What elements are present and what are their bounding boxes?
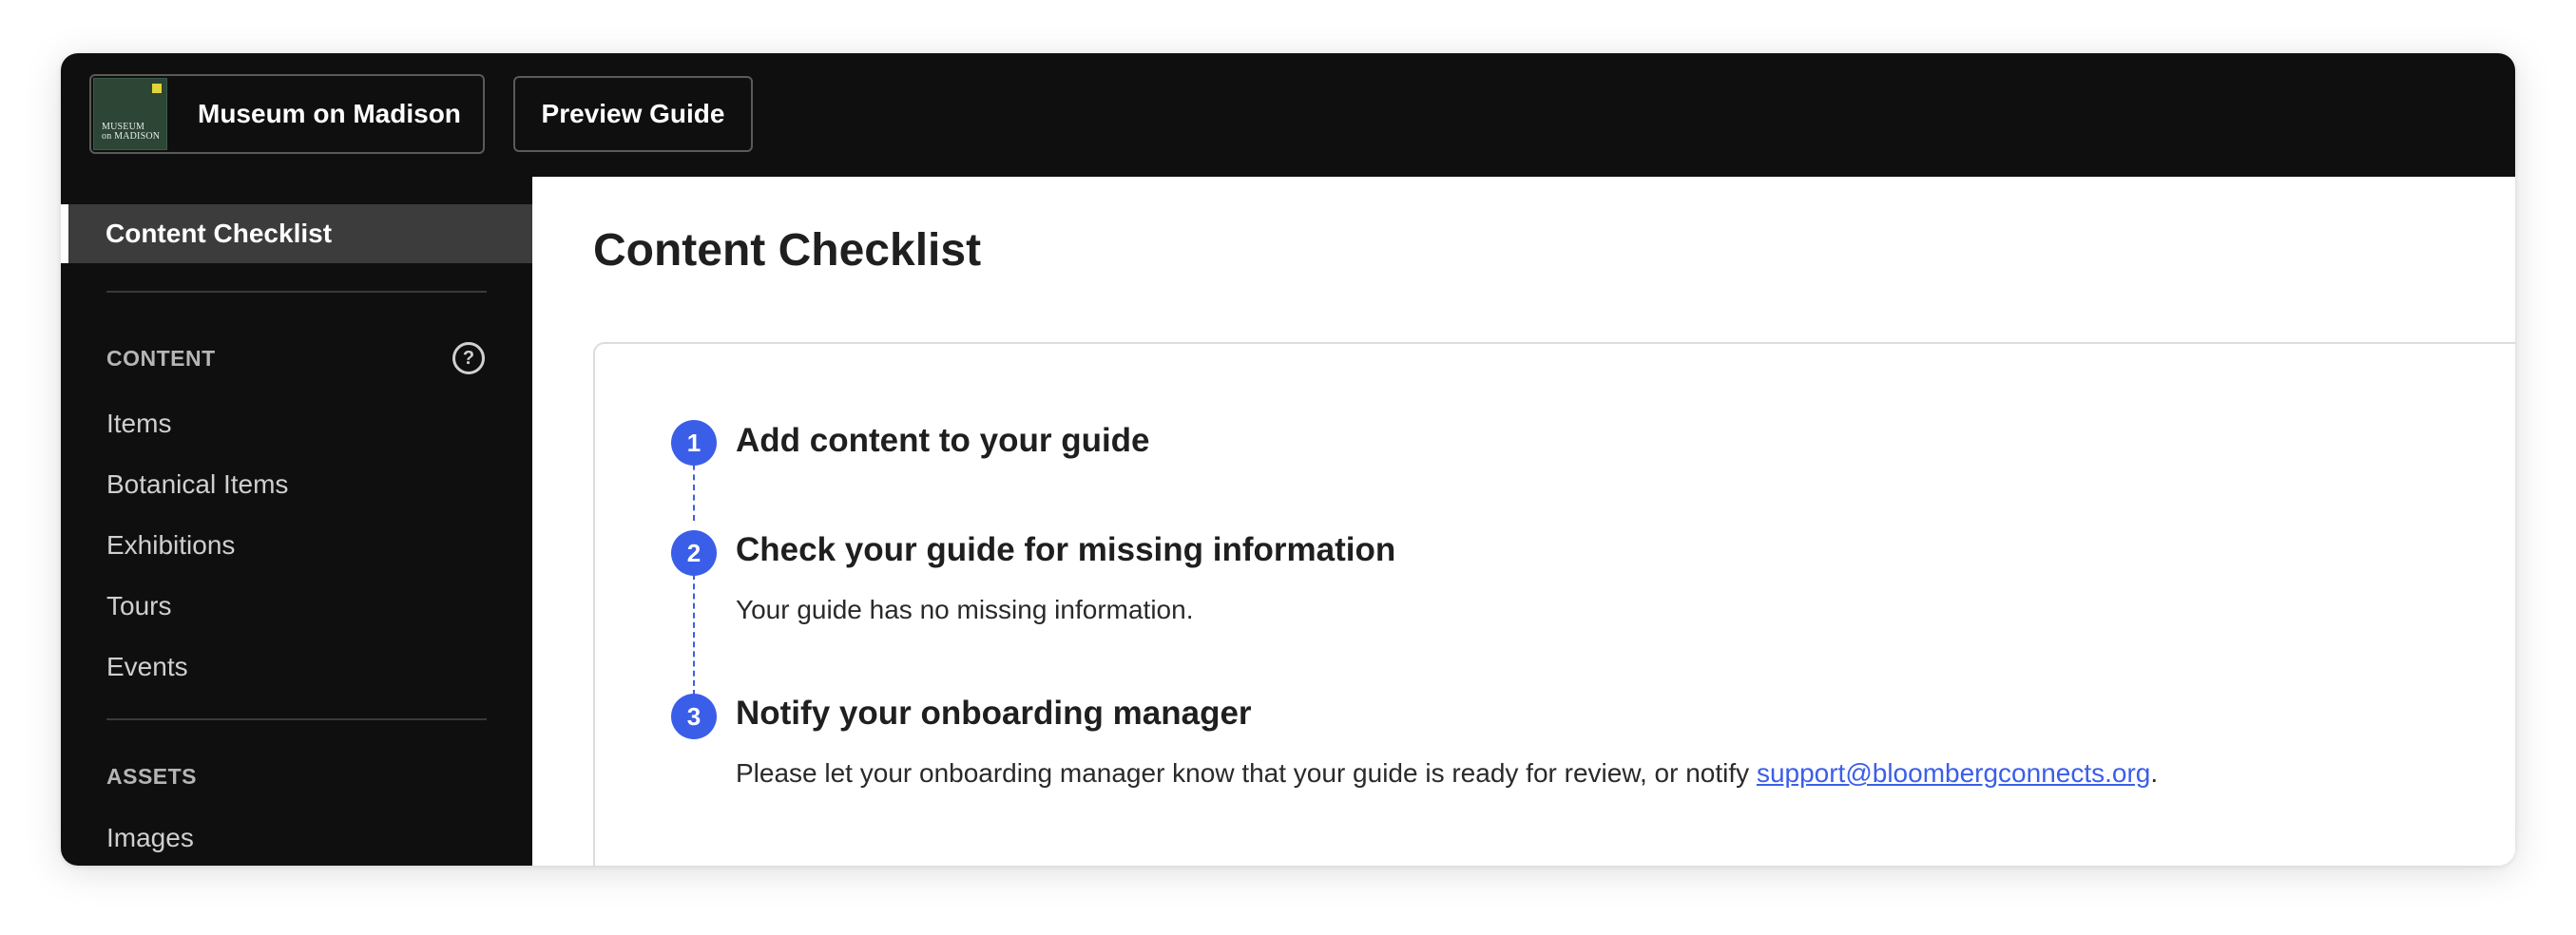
step-title: Add content to your guide <box>736 422 1150 459</box>
org-logo: MUSEUM on MADISON <box>93 78 167 150</box>
sidebar-item-botanical-items[interactable]: Botanical Items <box>106 469 288 500</box>
question-circle-icon[interactable]: ? <box>452 342 485 374</box>
step-number-badge: 3 <box>671 694 717 739</box>
step-description-text: Please let your onboarding manager know … <box>736 758 1757 788</box>
step-number-badge: 1 <box>671 420 717 466</box>
sidebar-item-items[interactable]: Items <box>106 409 171 439</box>
sidebar-item-events[interactable]: Events <box>106 652 188 682</box>
section-label-assets: ASSETS <box>106 764 198 789</box>
section-label-content: CONTENT <box>106 346 216 371</box>
sidebar-divider <box>106 291 487 293</box>
step-number-badge: 2 <box>671 530 717 576</box>
step-title: Check your guide for missing information <box>736 531 1396 568</box>
page-title: Content Checklist <box>593 225 982 276</box>
sidebar-item-tours[interactable]: Tours <box>106 591 171 621</box>
org-switcher-button[interactable]: MUSEUM on MADISON Museum on Madison <box>89 74 485 154</box>
sidebar-item-label: Content Checklist <box>106 219 333 248</box>
checklist-card: 1 Add content to your guide 2 Check your… <box>593 342 2515 866</box>
step-connector <box>693 564 695 696</box>
app-window: MUSEUM on MADISON Museum on Madison Prev… <box>61 53 2515 866</box>
logo-text-line-2: on MADISON <box>102 131 161 142</box>
step-description-suffix: . <box>2150 758 2159 788</box>
top-bar: MUSEUM on MADISON Museum on Madison Prev… <box>61 53 2515 177</box>
sidebar-item-content-checklist[interactable]: Content Checklist <box>61 204 532 263</box>
logo-accent-dot <box>152 84 162 93</box>
step-description: Your guide has no missing information. <box>736 595 1194 624</box>
preview-guide-button[interactable]: Preview Guide <box>513 76 753 152</box>
sidebar-item-images[interactable]: Images <box>106 823 194 853</box>
sidebar: Content Checklist CONTENT ? Items Botani… <box>61 177 532 866</box>
step-title: Notify your onboarding manager <box>736 695 1252 732</box>
support-email-link[interactable]: support@bloombergconnects.org <box>1757 758 2150 788</box>
main-content: Content Checklist 1 Add content to your … <box>532 177 2515 866</box>
step-description: Please let your onboarding manager know … <box>736 758 2158 789</box>
sidebar-item-exhibitions[interactable]: Exhibitions <box>106 530 235 561</box>
logo-text: MUSEUM on MADISON <box>102 123 160 142</box>
sidebar-divider <box>106 718 487 720</box>
org-name: Museum on Madison <box>198 99 461 128</box>
